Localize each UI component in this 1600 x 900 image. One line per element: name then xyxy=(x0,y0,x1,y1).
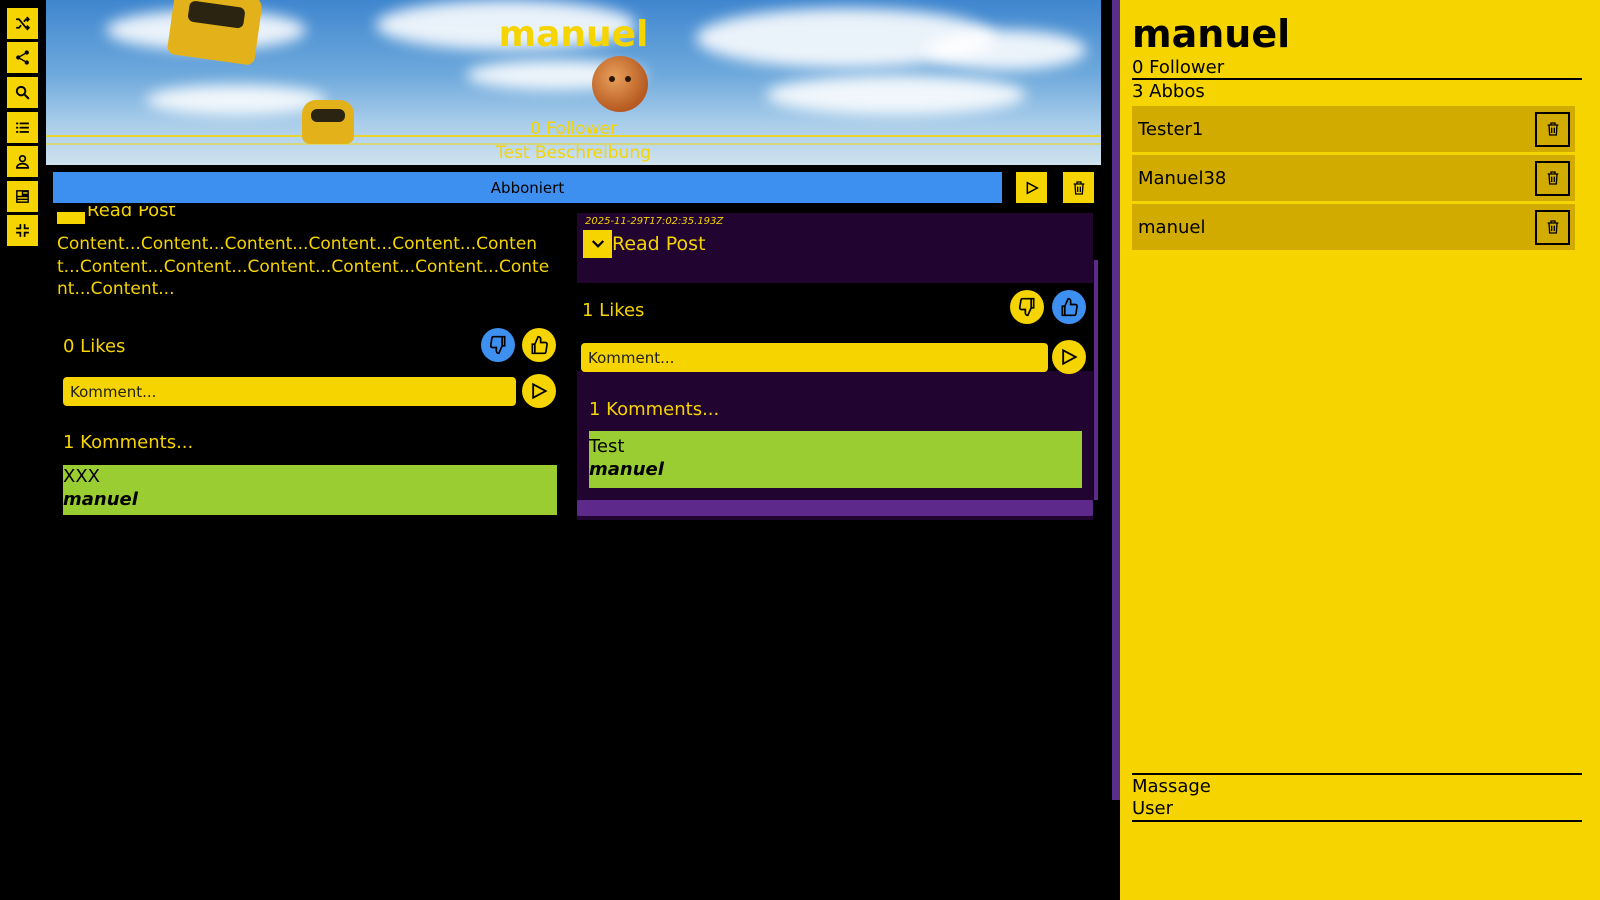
read-post-label: Read Post xyxy=(612,233,706,255)
like-count: 1 Likes xyxy=(582,300,645,321)
thumbs-down-icon xyxy=(1018,297,1035,317)
chevron-down-icon xyxy=(591,240,604,248)
delete-profile-button[interactable] xyxy=(1063,172,1094,203)
read-post-toggle[interactable] xyxy=(583,230,612,258)
profile-icon[interactable] xyxy=(7,146,38,177)
banner-username: manuel xyxy=(498,14,649,55)
share-icon[interactable] xyxy=(7,42,38,73)
sidebar-followers: 0 Follower xyxy=(1132,57,1225,78)
trash-icon xyxy=(1547,220,1558,234)
scrollbar[interactable] xyxy=(1094,260,1098,500)
comment-input[interactable] xyxy=(581,343,1048,372)
post-read-toggle[interactable]: Read Post xyxy=(57,206,177,224)
post-footer-bar xyxy=(577,500,1093,516)
abbo-item[interactable]: manuel xyxy=(1132,204,1575,250)
list-icon[interactable] xyxy=(7,112,38,143)
subscribe-button[interactable]: Abboniert xyxy=(53,172,1002,203)
send-comment-button[interactable] xyxy=(1052,340,1086,374)
comment-item: XXX manuel xyxy=(63,465,557,515)
dislike-button[interactable] xyxy=(481,328,515,362)
left-toolbar xyxy=(0,0,44,900)
comment-text: Test xyxy=(589,436,625,457)
like-button[interactable] xyxy=(522,328,556,362)
shuffle-icon[interactable] xyxy=(7,8,38,39)
comment-input[interactable] xyxy=(63,377,516,406)
search-icon[interactable] xyxy=(7,77,38,108)
post-card: 2025-11-29T17:02:35.193Z Read Post 1 Lik… xyxy=(577,213,1098,520)
collapse-icon[interactable] xyxy=(7,215,38,246)
thumbs-up-icon xyxy=(1061,297,1078,317)
abbo-item[interactable]: Tester1 xyxy=(1132,106,1575,152)
post-date: 2025-11-29T17:02:35.193Z xyxy=(585,216,724,227)
send-message-button[interactable] xyxy=(1016,172,1047,203)
dislike-button[interactable] xyxy=(1010,290,1044,324)
sidebar-abbos: 3 Abbos xyxy=(1132,81,1205,102)
send-icon xyxy=(1026,180,1039,195)
sidebar-footer-user[interactable]: User xyxy=(1132,798,1173,819)
profile-sidebar: manuel 0 Follower 3 Abbos Tester1 Manuel… xyxy=(1120,0,1600,900)
delete-abbo-button[interactable] xyxy=(1535,160,1570,196)
trash-icon xyxy=(1547,122,1558,136)
delete-abbo-button[interactable] xyxy=(1535,209,1570,245)
abbo-label: Manuel38 xyxy=(1138,167,1227,189)
abbo-item[interactable]: Manuel38 xyxy=(1132,155,1575,201)
profile-banner: manuel 0 Follower Test Beschreibung xyxy=(46,0,1101,165)
send-icon xyxy=(532,382,548,400)
like-button[interactable] xyxy=(1052,290,1086,324)
abbo-label: Tester1 xyxy=(1138,118,1204,140)
panel-divider xyxy=(1112,0,1120,800)
abbo-label: manuel xyxy=(1138,216,1206,238)
sidebar-footer-message[interactable]: Massage xyxy=(1132,776,1211,797)
trash-icon xyxy=(1547,171,1558,185)
send-icon xyxy=(1062,348,1078,366)
banner-description: Test Beschreibung xyxy=(496,143,651,163)
delete-abbo-button[interactable] xyxy=(1535,111,1570,147)
sidebar-username: manuel xyxy=(1132,12,1291,56)
comment-author: manuel xyxy=(589,459,664,480)
thumbs-up-icon xyxy=(531,335,548,355)
send-comment-button[interactable] xyxy=(522,374,556,408)
comments-count: 1 Komments... xyxy=(63,432,194,453)
like-count: 0 Likes xyxy=(63,336,126,357)
comment-author: manuel xyxy=(63,489,138,510)
banner-followers: 0 Follower xyxy=(530,119,617,139)
read-post-label: Read Post xyxy=(87,206,176,221)
comment-text: XXX xyxy=(63,466,100,487)
comment-item: Test manuel xyxy=(589,431,1082,488)
avatar xyxy=(592,56,648,112)
thumbs-down-icon xyxy=(489,335,506,355)
trash-icon xyxy=(1073,180,1084,195)
post-content: Content...Content...Content...Content...… xyxy=(57,234,550,299)
comments-count: 1 Komments... xyxy=(589,399,720,420)
feed-icon[interactable] xyxy=(7,181,38,212)
